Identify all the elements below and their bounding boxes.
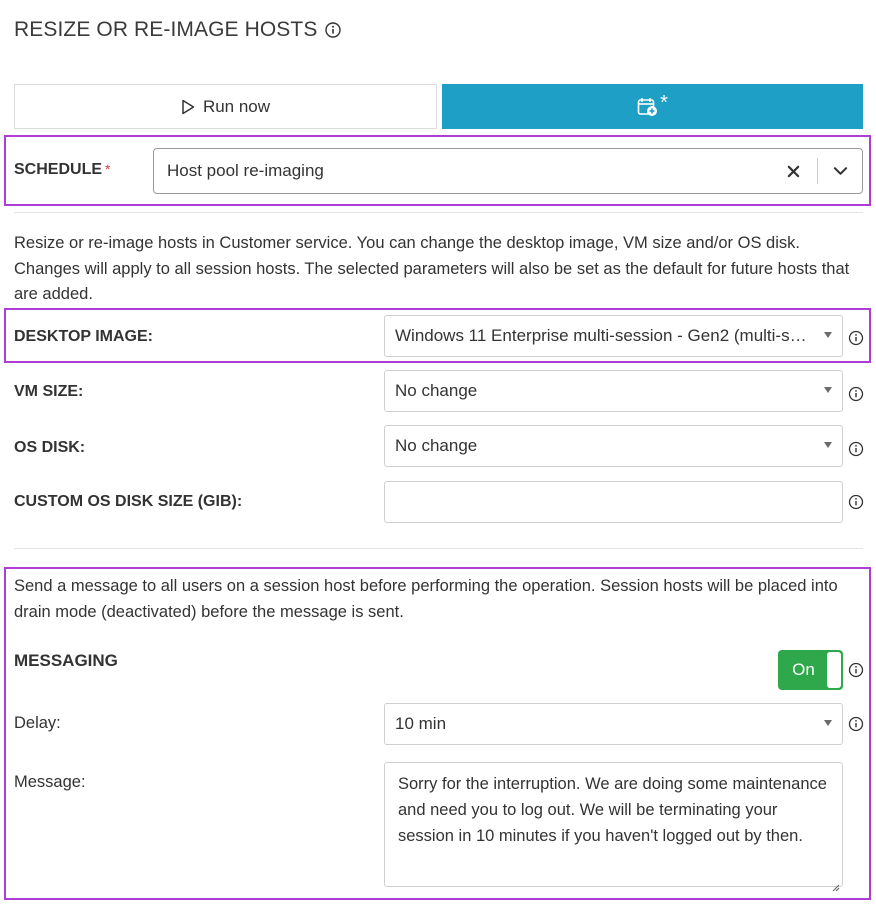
- delay-value: 10 min: [395, 714, 447, 733]
- delay-select[interactable]: 10 min: [384, 703, 843, 745]
- page-title-row: RESIZE OR RE-IMAGE HOSTS: [14, 18, 342, 42]
- close-icon[interactable]: [769, 149, 817, 193]
- page-title: RESIZE OR RE-IMAGE HOSTS: [14, 18, 318, 41]
- os-disk-value: No change: [395, 436, 478, 455]
- info-icon[interactable]: [848, 330, 864, 346]
- info-icon[interactable]: [848, 662, 864, 678]
- vm-size-label: VM SIZE:: [14, 383, 84, 400]
- schedule-value: Host pool re-imaging: [167, 161, 324, 180]
- caret-down-icon: [824, 720, 832, 726]
- info-icon[interactable]: [848, 716, 864, 732]
- run-now-label: Run now: [202, 96, 271, 116]
- caret-down-icon: [824, 332, 832, 338]
- info-icon[interactable]: [848, 386, 864, 402]
- required-marker: *: [105, 161, 111, 177]
- run-now-tab[interactable]: Run now: [14, 84, 437, 129]
- chevron-down-icon[interactable]: [818, 149, 862, 193]
- resize-handle-icon[interactable]: [830, 874, 840, 892]
- divider: [14, 212, 863, 213]
- messaging-toggle[interactable]: On: [778, 650, 843, 690]
- desktop-image-label: DESKTOP IMAGE:: [14, 328, 153, 345]
- vm-size-select[interactable]: No change: [384, 370, 843, 412]
- toggle-label: On: [792, 660, 815, 679]
- os-disk-label: OS DISK:: [14, 439, 86, 456]
- vm-size-value: No change: [395, 381, 478, 400]
- message-label: Message:: [14, 773, 86, 791]
- delay-label: Delay:: [14, 714, 61, 732]
- description-text: Resize or re-image hosts in Customer ser…: [14, 234, 850, 303]
- os-disk-select[interactable]: No change: [384, 425, 843, 467]
- schedule-modified-marker: *: [660, 92, 668, 114]
- messaging-description: Send a message to all users on a session…: [14, 577, 838, 621]
- schedule-label: SCHEDULE: [14, 161, 103, 178]
- schedule-select[interactable]: Host pool re-imaging: [153, 148, 863, 194]
- message-text: Sorry for the interruption. We are doing…: [398, 775, 827, 845]
- caret-down-icon: [824, 387, 832, 393]
- caret-down-icon: [824, 442, 832, 448]
- schedule-tab[interactable]: *: [442, 84, 863, 129]
- desktop-image-select[interactable]: Windows 11 Enterprise multi-session - Ge…: [384, 315, 843, 357]
- divider: [14, 548, 863, 549]
- schedule-label-row: SCHEDULE *: [14, 161, 110, 179]
- desktop-image-value: Windows 11 Enterprise multi-session - Ge…: [395, 326, 842, 345]
- info-icon[interactable]: [848, 441, 864, 457]
- messaging-label: MESSAGING: [14, 651, 118, 670]
- play-icon: [181, 99, 195, 115]
- message-textarea[interactable]: Sorry for the interruption. We are doing…: [384, 762, 843, 892]
- calendar-add-icon: [637, 97, 659, 117]
- info-icon[interactable]: [848, 494, 864, 510]
- info-icon[interactable]: [325, 22, 342, 38]
- custom-os-disk-size-label: CUSTOM OS DISK SIZE (GIB):: [14, 493, 243, 510]
- toggle-knob: [827, 652, 841, 688]
- custom-os-disk-size-input[interactable]: [384, 481, 843, 523]
